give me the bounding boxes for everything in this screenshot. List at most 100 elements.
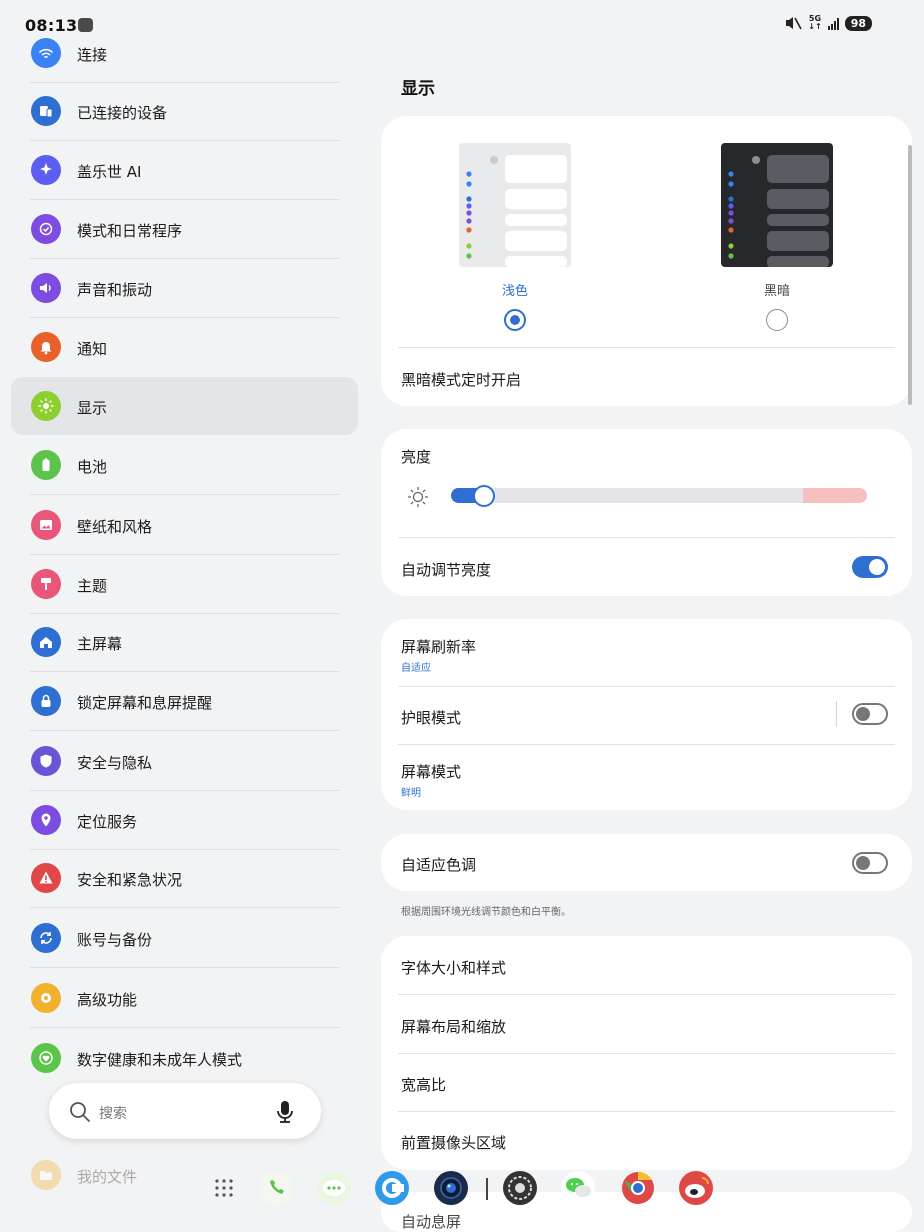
screen-settings-card: 屏幕刷新率 自适应 护眼模式 屏幕模式 鲜明 — [381, 619, 912, 810]
sidebar-item[interactable]: 显示 — [11, 377, 358, 435]
sidebar-item-label: 主屏幕 — [77, 635, 123, 653]
sidebar-item-label: 账号与备份 — [77, 931, 153, 949]
dark-theme-label: 黑暗 — [763, 284, 790, 299]
sidebar-item[interactable]: 通知 — [11, 318, 358, 376]
sidebar-item-label: 高级功能 — [77, 991, 138, 1009]
brightness-slider-thumb[interactable] — [473, 485, 496, 507]
sidebar-item-label: 锁定屏幕和息屏提醒 — [77, 694, 213, 712]
sidebar-item-label: 模式和日常程序 — [77, 222, 183, 240]
page-title: 显示 — [401, 79, 435, 99]
battery-icon — [31, 450, 61, 480]
home-icon — [31, 627, 61, 657]
sidebar-item[interactable]: 连接 — [11, 24, 358, 82]
sidebar-item[interactable]: 高级功能 — [11, 969, 358, 1027]
divider — [398, 744, 895, 745]
divider — [398, 686, 895, 687]
sidebar-item-label: 安全与隐私 — [77, 754, 153, 772]
refresh-rate-label[interactable]: 屏幕刷新率 — [401, 636, 476, 657]
sidebar-item[interactable]: 模式和日常程序 — [11, 200, 358, 258]
sidebar-item[interactable]: 主题 — [11, 555, 358, 613]
divider — [398, 537, 895, 538]
divider — [398, 1053, 895, 1054]
brightness-slider[interactable] — [451, 488, 867, 503]
light-theme-preview[interactable] — [459, 143, 571, 267]
microphone-icon[interactable] — [275, 1100, 295, 1124]
sidebar-item[interactable]: 电池 — [11, 436, 358, 494]
sidebar-item[interactable]: 账号与备份 — [11, 909, 358, 967]
sidebar-item[interactable]: 主屏幕 — [11, 613, 358, 671]
light-theme-label: 浅色 — [501, 284, 528, 299]
auto-brightness-toggle[interactable] — [852, 556, 888, 578]
more-display-card: 字体大小和样式 屏幕布局和缩放 宽高比 前置摄像头区域 — [381, 936, 912, 1170]
scrollbar[interactable] — [908, 145, 912, 405]
dark-theme-preview[interactable] — [721, 143, 833, 267]
sidebar-divider — [30, 494, 340, 495]
shield-icon — [31, 746, 61, 776]
screen-mode-label[interactable]: 屏幕模式 — [401, 761, 461, 782]
sidebar-item-label: 显示 — [77, 399, 108, 417]
sidebar-item[interactable]: 定位服务 — [11, 791, 358, 849]
speaker-icon — [31, 273, 61, 303]
phone-icon[interactable] — [258, 1170, 294, 1206]
sidebar-item[interactable]: 已连接的设备 — [11, 82, 358, 140]
sidebar-item-label: 已连接的设备 — [77, 104, 168, 122]
refresh-rate-value: 自适应 — [401, 663, 431, 674]
sidebar-item[interactable]: 锁定屏幕和息屏提醒 — [11, 672, 358, 730]
dark-mode-schedule[interactable]: 黑暗模式定时开启 — [401, 369, 521, 390]
sidebar-item-label: 声音和振动 — [77, 281, 153, 299]
front-camera-area[interactable]: 前置摄像头区域 — [401, 1132, 506, 1153]
messages-icon[interactable] — [316, 1170, 352, 1206]
sidebar-item[interactable]: 安全与隐私 — [11, 732, 358, 790]
network-type: 5G ↓↑ — [808, 14, 822, 31]
weibo-icon[interactable] — [678, 1170, 714, 1206]
divider — [398, 1111, 895, 1112]
dock-separator — [486, 1178, 488, 1200]
adaptive-color-toggle[interactable] — [852, 852, 888, 874]
sidebar-item[interactable]: 安全和紧急状况 — [11, 849, 358, 907]
sidebar-item-label: 连接 — [77, 46, 108, 64]
auto-brightness-label: 自动调节亮度 — [401, 561, 492, 579]
screen-mode-value: 鲜明 — [401, 788, 421, 799]
sidebar-divider — [30, 967, 340, 968]
sparkle-ai-icon — [31, 155, 61, 185]
alert-icon — [31, 863, 61, 893]
location-pin-icon — [31, 805, 61, 835]
aspect-ratio[interactable]: 宽高比 — [401, 1074, 446, 1095]
light-theme-radio[interactable] — [504, 309, 526, 331]
signal-icon — [827, 17, 839, 30]
settings-app-icon[interactable] — [502, 1170, 538, 1206]
taskbar-dock — [0, 1160, 924, 1224]
sidebar-divider — [30, 1027, 340, 1028]
wechat-icon[interactable] — [560, 1170, 596, 1206]
eye-comfort-label[interactable]: 护眼模式 — [401, 707, 461, 728]
sun-icon — [31, 391, 61, 421]
sidebar-item-label: 定位服务 — [77, 813, 138, 831]
camera-icon[interactable] — [433, 1170, 469, 1206]
eye-comfort-toggle[interactable] — [852, 703, 888, 725]
sidebar-item[interactable]: 数字健康和未成年人模式 — [11, 1029, 358, 1087]
chrome-icon[interactable] — [620, 1170, 656, 1206]
browser-icon[interactable] — [374, 1170, 410, 1206]
check-circle-icon — [31, 214, 61, 244]
dark-theme-radio[interactable] — [766, 309, 788, 331]
sidebar-item[interactable]: 壁纸和风格 — [11, 496, 358, 554]
search-icon — [70, 1102, 90, 1122]
sidebar-item-label: 电池 — [77, 458, 108, 476]
screen-layout-zoom[interactable]: 屏幕布局和缩放 — [401, 1016, 506, 1037]
sidebar-divider — [30, 730, 340, 731]
search-bar[interactable]: 搜索 — [49, 1083, 321, 1139]
lock-icon — [31, 686, 61, 716]
brightness-label: 亮度 — [401, 448, 432, 466]
adaptive-color-card: 自适应色调 — [381, 834, 912, 891]
heart-circle-icon — [31, 1043, 61, 1073]
sidebar-item[interactable]: 盖乐世 AI — [11, 141, 358, 199]
gear-star-icon — [31, 983, 61, 1013]
divider — [398, 347, 895, 348]
font-size-style[interactable]: 字体大小和样式 — [401, 957, 506, 978]
adaptive-color-label[interactable]: 自适应色调 — [401, 854, 476, 875]
battery-level: 98 — [844, 15, 872, 31]
app-drawer-icon[interactable] — [206, 1170, 242, 1206]
sun-small-icon — [407, 486, 429, 508]
sidebar-item[interactable]: 声音和振动 — [11, 259, 358, 317]
search-input[interactable]: 搜索 — [99, 1103, 127, 1123]
